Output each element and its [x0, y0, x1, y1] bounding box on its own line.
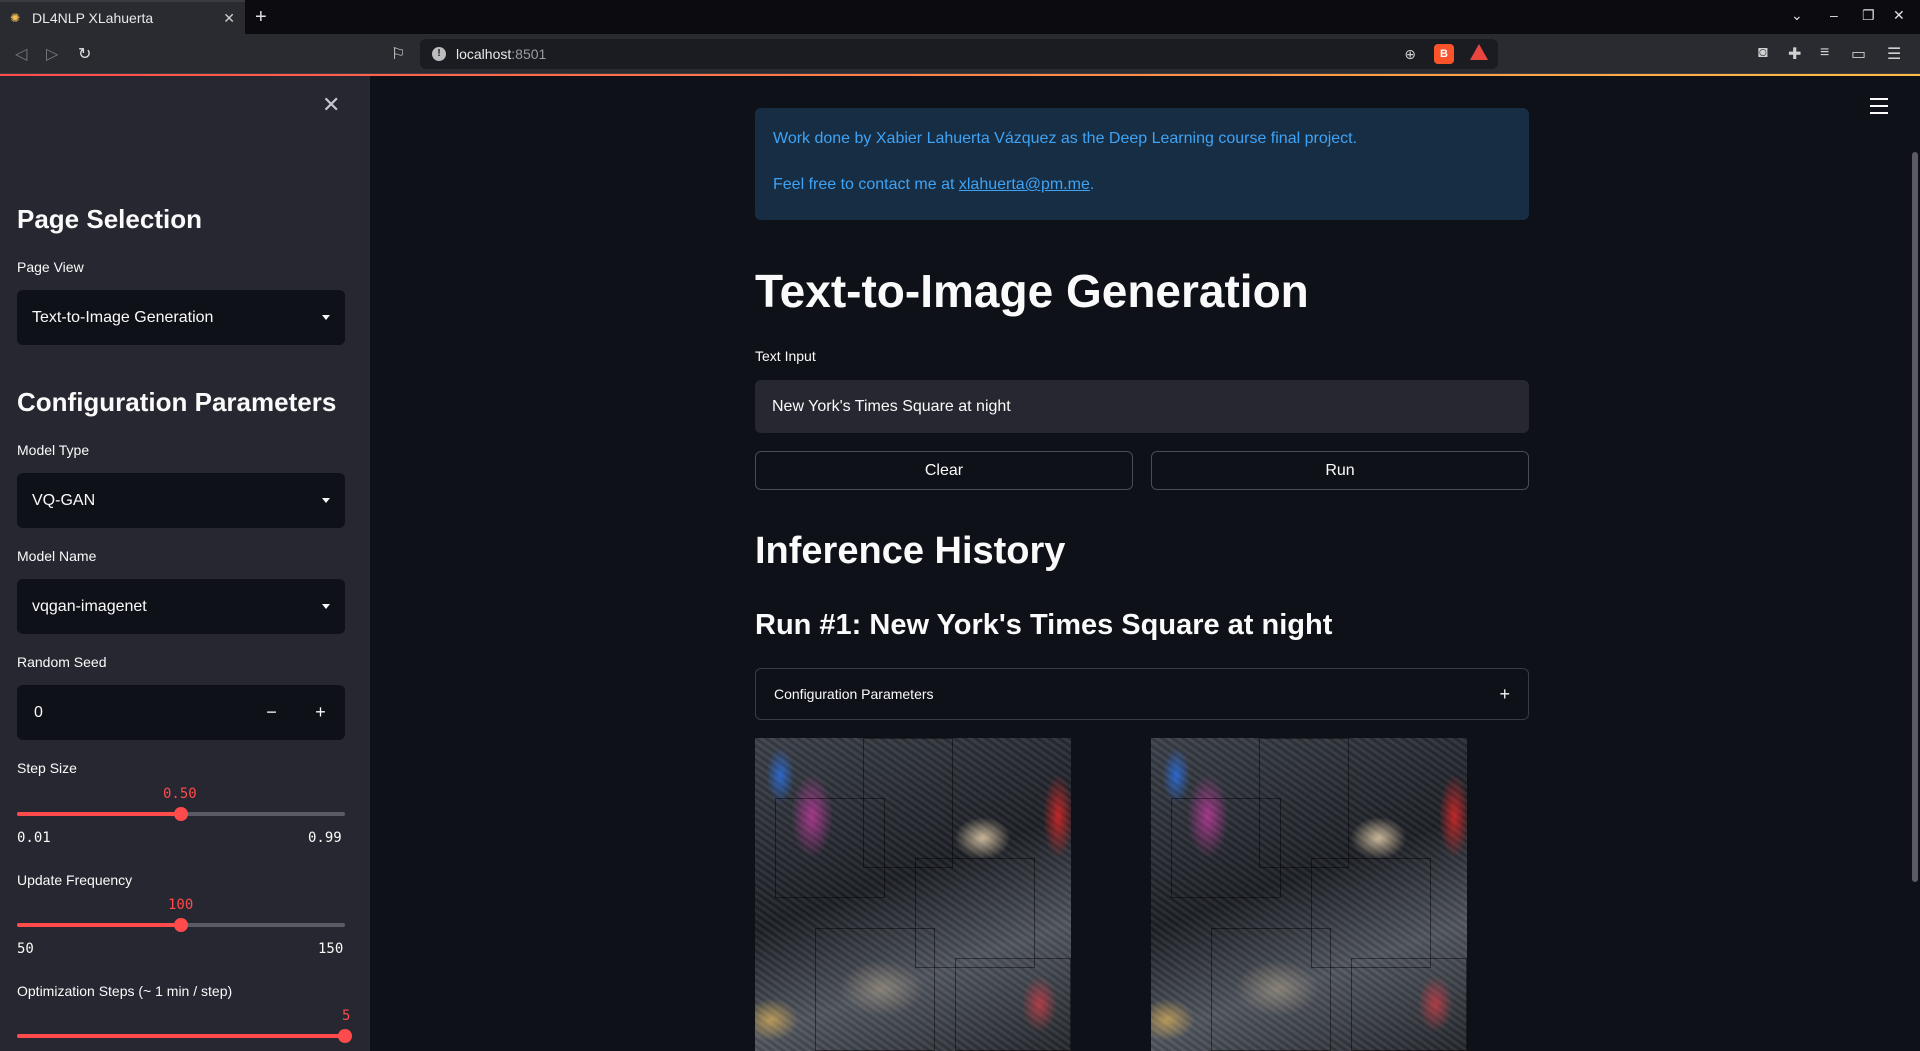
run-heading: Run #1: New York's Times Square at night [755, 609, 1333, 641]
restore-icon[interactable]: ❐ [1862, 7, 1875, 24]
new-tab-icon[interactable]: + [255, 6, 267, 29]
generated-image [1151, 738, 1467, 1051]
step-size-label: Step Size [17, 760, 77, 776]
page-view-select[interactable]: Text-to-Image Generation [17, 290, 345, 345]
page-title: Text-to-Image Generation [755, 265, 1309, 317]
increment-button[interactable]: + [296, 702, 345, 723]
tab-list-icon[interactable]: ⌄ [1791, 7, 1803, 24]
browser-menu-icon[interactable]: ☰ [1887, 44, 1901, 64]
site-info-icon[interactable]: ! [432, 47, 446, 61]
slider-fill [17, 812, 181, 816]
info-contact-prefix: Feel free to contact me at [773, 176, 959, 193]
bookmark-icon[interactable]: ⚐ [391, 44, 405, 64]
plus-icon: + [1499, 683, 1510, 704]
slider-handle[interactable] [338, 1029, 352, 1043]
page-view-label: Page View [17, 259, 84, 275]
reload-icon[interactable]: ↻ [78, 44, 91, 64]
zoom-icon[interactable]: ⊕ [1404, 46, 1416, 63]
scrollbar[interactable] [1912, 152, 1918, 882]
update-frequency-value: 100 [168, 897, 194, 913]
slider-fill [17, 1034, 345, 1038]
random-seed-value[interactable]: 0 [17, 704, 247, 722]
decrement-button[interactable]: − [247, 702, 296, 723]
update-frequency-min: 50 [17, 941, 34, 957]
config-heading: Configuration Parameters [17, 387, 337, 417]
step-size-min: 0.01 [17, 830, 51, 846]
url-port: :8501 [511, 46, 547, 62]
url-host: localhost [456, 46, 512, 62]
optimization-steps-slider[interactable] [17, 1029, 352, 1043]
minimize-icon[interactable]: – [1830, 7, 1838, 23]
step-size-max: 0.99 [308, 830, 342, 846]
brave-rewards-icon[interactable] [1470, 44, 1488, 60]
random-seed-input[interactable]: 0 − + [17, 685, 345, 740]
media-icon[interactable]: ≡ [1820, 44, 1829, 62]
update-frequency-slider[interactable] [17, 918, 345, 932]
tab-title: DL4NLP XLahuerta [32, 10, 154, 26]
model-type-select[interactable]: VQ-GAN [17, 473, 345, 528]
browser-tab[interactable]: ✺ DL4NLP XLahuerta ✕ [0, 0, 245, 34]
slider-handle[interactable] [174, 807, 188, 821]
model-type-label: Model Type [17, 442, 90, 458]
config-parameters-expander[interactable]: Configuration Parameters + [755, 668, 1529, 720]
step-size-value: 0.50 [163, 786, 197, 802]
browser-tab-bar: ✺ DL4NLP XLahuerta ✕ + ⌄ – ❐ ✕ [0, 0, 1920, 34]
slider-fill [17, 923, 181, 927]
url-field[interactable]: ! localhost:8501 ⊕ B [420, 39, 1498, 69]
info-line-1: Work done by Xabier Lahuerta Vázquez as … [773, 130, 1358, 147]
info-alert: Work done by Xabier Lahuerta Vázquez as … [755, 108, 1529, 220]
close-tab-icon[interactable]: ✕ [223, 10, 235, 27]
extensions-icon[interactable]: ✚ [1788, 44, 1801, 64]
dropdown-caret-icon [322, 315, 330, 320]
hamburger-menu-icon[interactable] [1870, 98, 1888, 119]
model-name-select[interactable]: vqgan-imagenet [17, 579, 345, 634]
optimization-steps-value: 5 [342, 1008, 351, 1024]
inference-history-heading: Inference History [755, 530, 1066, 572]
favicon-icon: ✺ [10, 11, 21, 25]
model-type-value: VQ-GAN [32, 491, 96, 509]
forward-icon[interactable]: ▷ [46, 44, 58, 64]
dropdown-caret-icon [322, 498, 330, 503]
wallet-icon[interactable]: ▭ [1851, 44, 1866, 64]
update-frequency-label: Update Frequency [17, 872, 133, 888]
step-size-slider[interactable] [17, 807, 345, 821]
address-bar: ◁ ▷ ↻ ⚐ ! localhost:8501 ⊕ B [0, 34, 1920, 74]
info-contact-suffix: . [1089, 176, 1095, 193]
page-selection-heading: Page Selection [17, 204, 202, 234]
text-input-field[interactable]: New York's Times Square at night [755, 380, 1529, 433]
run-button[interactable]: Run [1151, 451, 1529, 490]
clear-button[interactable]: Clear [755, 451, 1133, 490]
close-window-icon[interactable]: ✕ [1893, 7, 1905, 24]
random-seed-label: Random Seed [17, 654, 107, 670]
dropdown-caret-icon [322, 604, 330, 609]
close-sidebar-icon[interactable]: ✕ [322, 92, 340, 118]
page-view-value: Text-to-Image Generation [32, 308, 214, 326]
wallet-shield-icon[interactable]: ◙ [1758, 44, 1768, 62]
model-name-value: vqgan-imagenet [32, 597, 147, 615]
sidebar: ✕ Page Selection Page View Text-to-Image… [0, 76, 370, 1051]
optimization-steps-label: Optimization Steps (~ 1 min / step) [17, 983, 233, 999]
info-line-2: Feel free to contact me at xlahuerta@pm.… [773, 174, 1511, 196]
brave-shields-icon[interactable]: B [1434, 44, 1454, 64]
generated-image [755, 738, 1071, 1051]
model-name-label: Model Name [17, 548, 97, 564]
update-frequency-max: 150 [318, 941, 344, 957]
expander-label: Configuration Parameters [774, 686, 934, 702]
email-link[interactable]: xlahuerta@pm.me [959, 176, 1090, 193]
back-icon[interactable]: ◁ [15, 44, 27, 64]
text-input-label: Text Input [755, 348, 816, 364]
slider-handle[interactable] [174, 918, 188, 932]
